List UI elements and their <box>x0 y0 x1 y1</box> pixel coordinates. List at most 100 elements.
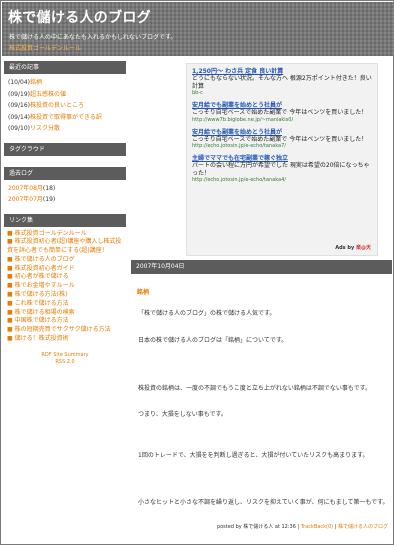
recent-date: (09/19) <box>8 90 30 98</box>
list-item: ■ 株でお金増やすルール <box>7 282 126 291</box>
recent-link[interactable]: 銘柄 <box>30 79 42 86</box>
link-item[interactable]: 株で儲ける方法(株) <box>15 291 68 298</box>
bullet-icon: ■ <box>7 291 13 299</box>
ad-title[interactable]: 主婦でママでも在宅副業で稼ぐ独立 <box>192 155 372 162</box>
link-item[interactable]: 儲ける！株式投資術 <box>15 335 69 342</box>
links-list: ■ 株式投資ゴールデンルール ■ 株式投資初心者(超)講座や購入し株式投資を詳心者で… <box>4 230 126 344</box>
recent-link[interactable]: 超五感株の値 <box>30 91 66 98</box>
ad-url[interactable]: bb-c <box>192 90 372 97</box>
list-item: ■ 株式投資初心者(超)講座や購入し株式投資を詳心者でも簡単にする(超)講座！ <box>7 238 126 256</box>
site-header: 株で儲ける人のブログ 株で儲ける人の中にあなたも入れるかもしれないブログです。 … <box>2 2 394 56</box>
bullet-icon: ■ <box>7 326 13 334</box>
recent-link[interactable]: リスク分散 <box>30 125 60 132</box>
archive-count: (19) <box>42 196 56 203</box>
ads-brand: 楽@天 <box>355 245 371 251</box>
site-title[interactable]: 株で儲ける人のブログ <box>8 7 151 27</box>
recent-link[interactable]: 株投資で取得事ができる訳 <box>30 114 102 121</box>
list-item: (09/10)リスク分散 <box>8 123 126 135</box>
ads-by-text: Ads by <box>335 245 355 251</box>
archive-link[interactable]: 2007年07月 <box>8 196 43 203</box>
recent-date: (09/16) <box>8 102 30 109</box>
link-item[interactable]: 株式投資初心者(超)講座や購入し株式投資を詳心者でも簡単にする(超)講座！ <box>7 238 121 254</box>
links-heading: リンク集 <box>4 213 126 227</box>
bullet-icon: ■ <box>7 282 13 290</box>
header-link[interactable]: 株式投資ゴールデンルール <box>9 43 81 52</box>
ad-text: どうにもならない状況。そんな方へ 根源2万ポイント付きた！良い計算 <box>192 75 372 90</box>
link-item[interactable]: 初心者が株で儲ける <box>15 273 69 280</box>
post-meta: posted by 株で儲ける人 at 12:36 <box>216 524 296 530</box>
list-item: ■ 株で儲ける方法(株) <box>7 291 126 300</box>
ad-item: 安月給でも副業を始めとう社員が こっそり自宅ベースで始めた副業で 今年はベンツを… <box>192 129 372 151</box>
ad-text: こっそり自宅ベースで始めた副業で 今年はベンツを買いました！ <box>192 109 368 116</box>
ad-url[interactable]: http://echo.jotosin.jp/e-echo/tanaka4/ <box>192 177 372 184</box>
list-item: (09/19)超五感株の値 <box>8 89 126 101</box>
recent-link[interactable]: 株投資の良いところ <box>30 102 84 109</box>
ad-title[interactable]: 安月給でも副業を始めとう社員が <box>192 102 372 109</box>
list-item: ■ 株の短期売買でサクサク儲ける方法 <box>7 326 126 335</box>
rdf-link[interactable]: RDF Site Summary <box>4 352 126 359</box>
ad-item: 1,250円〜 わさ兵 定食 良い計算 どうにもならない状況。そんな方へ 根源2… <box>192 68 372 97</box>
link-item[interactable]: 株で儲ける人のブログ <box>15 256 75 263</box>
bullet-icon: ■ <box>7 238 13 246</box>
bullet-icon: ■ <box>7 229 13 237</box>
bullet-icon: ■ <box>7 273 13 281</box>
recent-date: (09/10) <box>8 125 30 132</box>
list-item: 2007年07月(19) <box>8 194 126 206</box>
ad-title[interactable]: 1,250円〜 わさ兵 定食 良い計算 <box>192 68 372 75</box>
post-paragraph: 1回のトレードで、大損をを判断し過ぎると、大損が付いていたリスクも高まります。 <box>138 452 369 459</box>
bullet-icon: ■ <box>7 317 13 325</box>
archive-count: (18) <box>42 184 56 192</box>
ad-url[interactable]: http://www7b.biglobe.ne.jp/~maniakis0/ <box>192 117 372 124</box>
sidebar: 最近の記事 (10/04)銘柄 (09/19)超五感株の値 (09/16)株投資… <box>4 61 126 366</box>
post-footer: posted by 株で儲ける人 at 12:36 | TrackBack(0)… <box>216 524 388 530</box>
ad-block: 1,250円〜 わさ兵 定食 良い計算 どうにもならない状況。そんな方へ 根源2… <box>186 63 378 256</box>
link-item[interactable]: 株の短期売買でサクサク儲ける方法 <box>15 326 111 333</box>
ad-item: 主婦でママでも在宅副業で稼ぐ独立 パートの会い程に万円が希望でした 現実は希望の… <box>192 155 372 184</box>
list-item: ■ 中国株で儲ける方法 <box>7 317 126 326</box>
bullet-icon: ■ <box>7 335 13 343</box>
link-item[interactable]: 株式投資初心者ガイド <box>15 265 75 272</box>
post-body: 銘柄 「株で儲ける人のブログ」の株で儲ける人気です。 日本の株で儲ける人のブログ… <box>131 275 392 533</box>
page-frame: 株で儲ける人のブログ 株で儲ける人の中にあなたも入れるかもしれないブログです。 … <box>0 0 394 545</box>
list-item: 2007年08月(18) <box>8 183 126 195</box>
tag-cloud-heading: タグクラウド <box>4 142 126 156</box>
archive-heading: 過去ログ <box>4 166 126 180</box>
rss-link[interactable]: RSS 2.0 <box>4 359 126 366</box>
post-paragraph: 日本の株で儲ける人のブログは「銘柄」についてです。 <box>138 337 288 344</box>
link-item[interactable]: 株でお金増やすルール <box>15 282 75 289</box>
list-item: (09/16)株投資の良いところ <box>8 100 126 112</box>
recent-list: (10/04)銘柄 (09/19)超五感株の値 (09/16)株投資の良いところ… <box>4 77 126 135</box>
post-title[interactable]: 銘柄 <box>137 287 386 296</box>
ad-text: パートの会い程に万円が希望でした 現実は希望の20倍になっちゃった！ <box>192 162 370 177</box>
bullet-icon: ■ <box>7 255 13 263</box>
bullet-icon: ■ <box>7 308 13 316</box>
list-item: ■ 初心者が株で儲ける <box>7 273 126 282</box>
trackback-link[interactable]: TrackBack(0) <box>301 524 333 530</box>
site-description: 株で儲ける人の中にあなたも入れるかもしれないブログです。 <box>9 34 177 41</box>
category-link[interactable]: 株で儲ける人のブログ <box>338 524 388 530</box>
link-item[interactable]: 株式投資ゴールデンルール <box>15 230 87 237</box>
link-item[interactable]: 中国株で儲ける方法 <box>15 317 69 324</box>
archive-link[interactable]: 2007年08月 <box>8 185 43 192</box>
recent-date: (09/14) <box>8 113 30 121</box>
link-item[interactable]: 株で儲ける相場の検索 <box>15 309 75 316</box>
list-item: ■ 株で儲ける人のブログ <box>7 256 126 265</box>
post-paragraph: つまり、大損をしない事もです。 <box>138 411 227 418</box>
bullet-icon: ■ <box>7 299 13 307</box>
recent-date: (10/04) <box>8 79 30 86</box>
post-paragraph: 「株で儲ける人のブログ」の株で儲ける人気です。 <box>138 310 276 317</box>
post-paragraph: 小さなヒットと小さな不調を繰り返し、リスクを抑えていく事が、何にもまして第一もで… <box>138 499 389 506</box>
list-item: (10/04)銘柄 <box>8 77 126 89</box>
ad-title[interactable]: 安月給でも副業を始めとう社員が <box>192 129 372 136</box>
ads-by-label[interactable]: Ads by 楽@天 <box>335 244 371 251</box>
post-date: 2007年10月04日 <box>131 260 392 274</box>
list-item: ■ 儲ける！株式投資術 <box>7 335 126 344</box>
ad-item: 安月給でも副業を始めとう社員が こっそり自宅ベースで始めた副業で 今年はベンツを… <box>192 102 372 124</box>
link-item[interactable]: これ株で儲ける方法 <box>15 300 69 307</box>
list-item: ■ これ株で儲ける方法 <box>7 300 126 309</box>
post-paragraph: 株投資の銘柄は、一度の不調でもうこ度と立ち上がれない銘柄は不調でない事もです。 <box>138 385 371 392</box>
bullet-icon: ■ <box>7 264 13 272</box>
list-item: (09/14)株投資で取得事ができる訳 <box>8 112 126 124</box>
ad-url[interactable]: http://echo.jotosin.jp/e-echo/tanaka7/ <box>192 143 372 150</box>
archive-list: 2007年08月(18) 2007年07月(19) <box>4 183 126 206</box>
